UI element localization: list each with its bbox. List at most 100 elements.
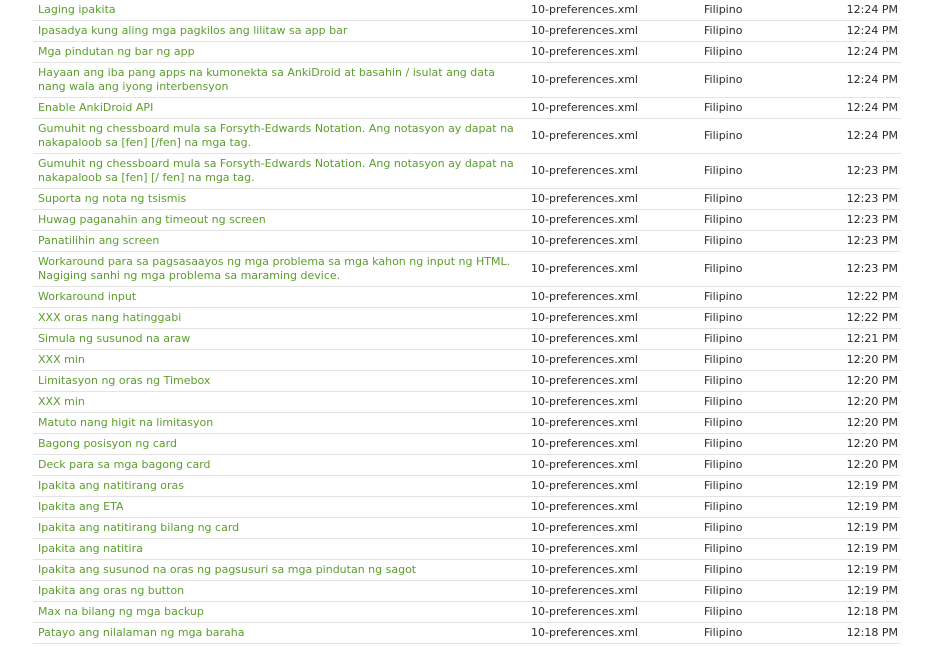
table-row: Huwag paganahin ang timeout ng screen 10-… [33, 209, 901, 231]
string-link[interactable]: Limitasyon ng oras ng Timebox [38, 374, 210, 387]
language-cell: Filipino [699, 496, 834, 518]
table-row: Limitasyon ng oras ng Timebox 10-preferen… [33, 370, 901, 392]
table-row: Ipasadya kung aling mga pagkilos ang lil… [33, 20, 901, 42]
time-cell: 12:24 PM [834, 0, 901, 21]
string-cell: Ipakita ang ETA [33, 496, 526, 518]
table-row: Suporta ng nota ng tsismis 10-preferences… [33, 188, 901, 210]
table-row: Gumuhit ng chessboard mula sa Forsyth-Ed… [33, 153, 901, 189]
table-row: XXX min 10-preferences.xml Filipino 12:20 P… [33, 349, 901, 371]
file-cell: 10-preferences.xml [526, 286, 699, 308]
string-link[interactable]: XXX oras nang hatinggabi [38, 311, 181, 324]
string-link[interactable]: Ipakita ang natitirang bilang ng card [38, 521, 239, 534]
string-link[interactable]: Gumuhit ng chessboard mula sa Forsyth-Ed… [38, 122, 514, 149]
string-link[interactable]: Hayaan ang iba pang apps na kumonekta sa… [38, 66, 495, 93]
time-cell: 12:20 PM [834, 349, 901, 371]
string-link[interactable]: Ipakita ang natitirang oras [38, 479, 184, 492]
string-cell: Ipakita ang natitirang oras [33, 475, 526, 497]
time-cell: 12:19 PM [834, 517, 901, 539]
string-link[interactable]: Simula ng susunod na araw [38, 332, 190, 345]
string-cell: Limitasyon ng oras ng Timebox [33, 370, 526, 392]
file-cell: 10-preferences.xml [526, 230, 699, 252]
time-cell: 12:23 PM [834, 188, 901, 210]
table-row: Ipakita ang ETA 10-preferences.xml Filipin… [33, 496, 901, 518]
language-cell: Filipino [699, 475, 834, 497]
language-cell: Filipino [699, 20, 834, 42]
file-cell: 10-preferences.xml [526, 601, 699, 623]
string-link[interactable]: XXX min [38, 353, 85, 366]
string-cell: Deck para sa mga bagong card [33, 454, 526, 476]
language-cell: Filipino [699, 118, 834, 154]
string-link[interactable]: Workaround input [38, 290, 136, 303]
activity-list: Laging ipakita 10-preferences.xml Filipino… [33, 0, 901, 644]
file-cell: 10-preferences.xml [526, 517, 699, 539]
string-link[interactable]: Enable AnkiDroid API [38, 101, 153, 114]
table-row: Matuto nang higit na limitasyon 10-prefer… [33, 412, 901, 434]
activity-table-body: Laging ipakita 10-preferences.xml Filipino… [33, 0, 901, 644]
file-cell: 10-preferences.xml [526, 349, 699, 371]
string-cell: Simula ng susunod na araw [33, 328, 526, 350]
time-cell: 12:23 PM [834, 209, 901, 231]
string-link[interactable]: Gumuhit ng chessboard mula sa Forsyth-Ed… [38, 157, 514, 184]
activity-table: Laging ipakita 10-preferences.xml Filipino… [33, 0, 901, 644]
string-link[interactable]: Patayo ang nilalaman ng mga baraha [38, 626, 245, 639]
time-cell: 12:20 PM [834, 412, 901, 434]
file-cell: 10-preferences.xml [526, 251, 699, 287]
string-link[interactable]: Bagong posisyon ng card [38, 437, 177, 450]
language-cell: Filipino [699, 538, 834, 560]
time-cell: 12:24 PM [834, 118, 901, 154]
language-cell: Filipino [699, 328, 834, 350]
string-cell: Ipakita ang natitira [33, 538, 526, 560]
file-cell: 10-preferences.xml [526, 153, 699, 189]
file-cell: 10-preferences.xml [526, 62, 699, 98]
time-cell: 12:24 PM [834, 41, 901, 63]
time-cell: 12:23 PM [834, 251, 901, 287]
file-cell: 10-preferences.xml [526, 370, 699, 392]
table-row: Ipakita ang natitira 10-preferences.xml Fi… [33, 538, 901, 560]
language-cell: Filipino [699, 230, 834, 252]
time-cell: 12:23 PM [834, 230, 901, 252]
string-link[interactable]: Ipasadya kung aling mga pagkilos ang lil… [38, 24, 347, 37]
language-cell: Filipino [699, 153, 834, 189]
table-row: Deck para sa mga bagong card 10-preferenc… [33, 454, 901, 476]
language-cell: Filipino [699, 286, 834, 308]
table-row: Ipakita ang natitirang bilang ng card 10-… [33, 517, 901, 539]
string-link[interactable]: Max na bilang ng mga backup [38, 605, 204, 618]
table-row: Mga pindutan ng bar ng app 10-preferences… [33, 41, 901, 63]
string-link[interactable]: Ipakita ang ETA [38, 500, 123, 513]
language-cell: Filipino [699, 97, 834, 119]
string-link[interactable]: Ipakita ang natitira [38, 542, 143, 555]
time-cell: 12:24 PM [834, 20, 901, 42]
table-row: Bagong posisyon ng card 10-preferences.xm… [33, 433, 901, 455]
language-cell: Filipino [699, 0, 834, 21]
file-cell: 10-preferences.xml [526, 433, 699, 455]
string-link[interactable]: Workaround para sa pagsasaayos ng mga pr… [38, 255, 510, 282]
file-cell: 10-preferences.xml [526, 188, 699, 210]
string-link[interactable]: Suporta ng nota ng tsismis [38, 192, 186, 205]
string-cell: Ipakita ang oras ng button [33, 580, 526, 602]
file-cell: 10-preferences.xml [526, 622, 699, 644]
string-link[interactable]: Matuto nang higit na limitasyon [38, 416, 213, 429]
string-link[interactable]: Mga pindutan ng bar ng app [38, 45, 195, 58]
time-cell: 12:21 PM [834, 328, 901, 350]
string-cell: Patayo ang nilalaman ng mga baraha [33, 622, 526, 644]
file-cell: 10-preferences.xml [526, 538, 699, 560]
string-link[interactable]: XXX min [38, 395, 85, 408]
file-cell: 10-preferences.xml [526, 118, 699, 154]
string-link[interactable]: Ipakita ang oras ng button [38, 584, 184, 597]
language-cell: Filipino [699, 391, 834, 413]
file-cell: 10-preferences.xml [526, 391, 699, 413]
language-cell: Filipino [699, 517, 834, 539]
string-link[interactable]: Deck para sa mga bagong card [38, 458, 211, 471]
string-link[interactable]: Ipakita ang susunod na oras ng pagsusuri… [38, 563, 416, 576]
string-cell: Gumuhit ng chessboard mula sa Forsyth-Ed… [33, 118, 526, 154]
string-link[interactable]: Laging ipakita [38, 3, 116, 16]
language-cell: Filipino [699, 559, 834, 581]
string-link[interactable]: Panatilihin ang screen [38, 234, 159, 247]
language-cell: Filipino [699, 454, 834, 476]
file-cell: 10-preferences.xml [526, 580, 699, 602]
time-cell: 12:22 PM [834, 286, 901, 308]
table-row: Simula ng susunod na araw 10-preferences.… [33, 328, 901, 350]
string-link[interactable]: Huwag paganahin ang timeout ng screen [38, 213, 266, 226]
string-cell: Enable AnkiDroid API [33, 97, 526, 119]
table-row: Hayaan ang iba pang apps na kumonekta sa… [33, 62, 901, 98]
